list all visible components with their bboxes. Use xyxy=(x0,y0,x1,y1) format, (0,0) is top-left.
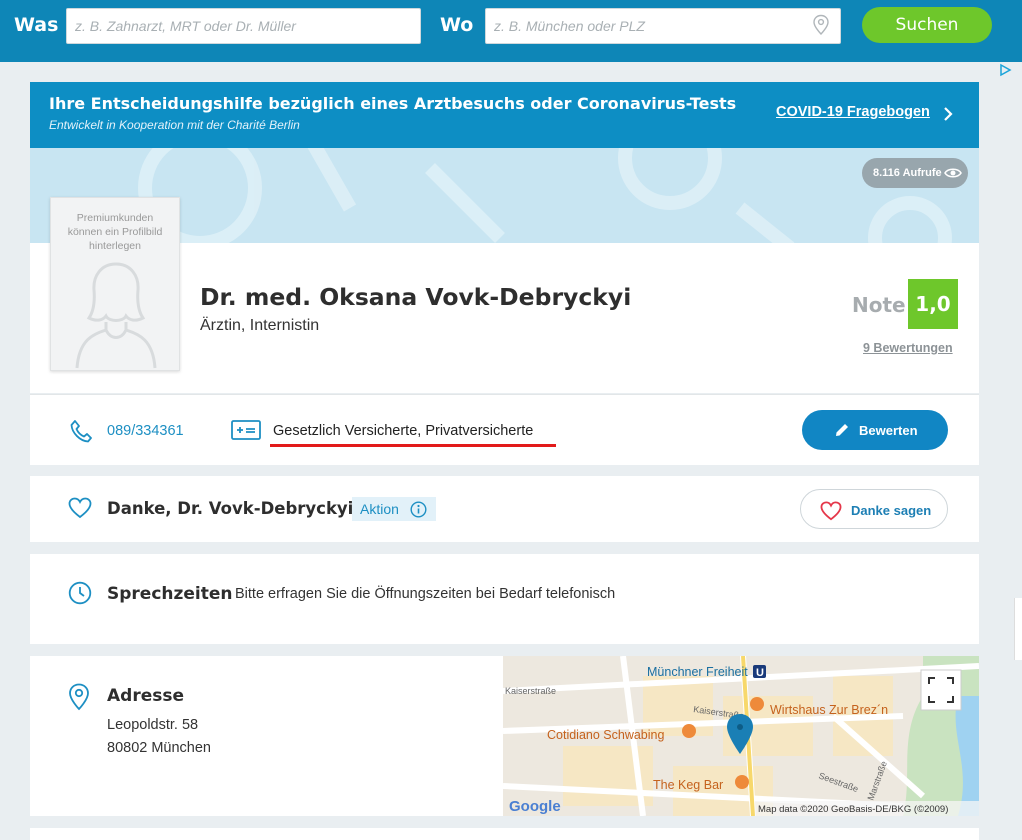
rate-button[interactable]: Bewerten xyxy=(802,410,948,450)
insurance-types: Gesetzlich Versicherte, Privatversichert… xyxy=(273,423,534,439)
location-pin-icon[interactable] xyxy=(812,14,830,36)
map-attribution: Map data ©2020 GeoBasis-DE/BKG (©2009) xyxy=(758,804,948,815)
covid-questionnaire-link[interactable]: COVID-19 Fragebogen xyxy=(776,104,930,120)
map-place-label: The Keg Bar xyxy=(653,778,723,792)
avatar-hint-line: hinterlegen xyxy=(89,240,141,252)
covid-banner[interactable]: Ihre Entscheidungshilfe bezüglich eines … xyxy=(30,82,979,148)
views-count: 8.116 Aufrufe xyxy=(873,167,942,179)
info-icon[interactable] xyxy=(410,501,427,518)
restaurant-icon xyxy=(750,697,764,711)
google-logo: Google xyxy=(509,798,561,815)
chevron-right-icon xyxy=(944,107,953,121)
map-street-label: Kaiserstraße xyxy=(505,686,556,696)
grade-label: Note xyxy=(852,293,906,317)
was-input[interactable] xyxy=(66,8,421,44)
reviews-link[interactable]: 9 Bewertungen xyxy=(863,341,953,355)
doctor-name: Dr. med. Oksana Vovk-Debryckyi xyxy=(200,283,632,311)
wo-input[interactable] xyxy=(485,8,841,44)
aktion-label: Aktion xyxy=(360,501,399,517)
next-card xyxy=(30,828,979,840)
map-canvas[interactable]: Kaiserstraße Kaiserstraße Seestraße Mars… xyxy=(503,656,979,816)
heart-outline-icon xyxy=(68,497,92,519)
pencil-icon xyxy=(836,424,848,436)
avatar-hint: Premiumkunden können ein Profilbild hint… xyxy=(51,211,179,253)
heart-icon xyxy=(820,501,842,521)
contact-row: 089/334361 Gesetzlich Versicherte, Priva… xyxy=(30,394,979,465)
map-place-label: Wirtshaus Zur Brez´n xyxy=(770,703,888,717)
grade-value: 1,0 xyxy=(908,279,958,329)
opening-hours-row: Sprechzeiten Bitte erfragen Sie die Öffn… xyxy=(30,554,979,644)
avatar-placeholder: Premiumkunden können ein Profilbild hint… xyxy=(50,197,180,371)
wo-label: Wo xyxy=(440,14,474,36)
side-ad-strip xyxy=(1014,598,1022,660)
avatar-hint-line: können ein Profilbild xyxy=(67,226,163,238)
thanks-title: Danke, Dr. Vovk-Debryckyi! xyxy=(107,499,361,518)
avatar-hint-line: Premiumkunden xyxy=(76,212,154,224)
opening-hours-title: Sprechzeiten xyxy=(107,584,233,604)
doctor-specialty: Ärztin, Internistin xyxy=(200,317,320,334)
search-button[interactable]: Suchen xyxy=(862,7,992,43)
was-label: Was xyxy=(14,14,59,36)
thanks-row: Danke, Dr. Vovk-Debryckyi! Aktion Danke … xyxy=(30,476,979,542)
map-station-label: Münchner Freiheit xyxy=(647,665,748,679)
insurance-card-icon xyxy=(231,420,261,440)
say-thanks-button[interactable]: Danke sagen xyxy=(800,489,948,529)
banner-title: Ihre Entscheidungshilfe bezüglich eines … xyxy=(49,94,737,113)
eye-icon xyxy=(944,168,962,178)
adchoices-icon[interactable] xyxy=(998,63,1012,77)
clock-icon xyxy=(68,581,92,605)
fullscreen-icon[interactable] xyxy=(920,669,962,711)
say-thanks-label: Danke sagen xyxy=(851,503,932,518)
highlight-underline xyxy=(270,444,556,447)
map-widget[interactable]: Kaiserstraße Kaiserstraße Seestraße Mars… xyxy=(503,656,979,816)
address-title: Adresse xyxy=(107,686,185,706)
bar-icon xyxy=(735,775,749,789)
search-bar: Was Wo Suchen xyxy=(0,0,1022,62)
restaurant-icon xyxy=(682,724,696,738)
address-city: 80802 München xyxy=(107,740,211,756)
banner-subtitle: Entwickelt in Kooperation mit der Charit… xyxy=(49,118,300,132)
map-place-label: Cotidiano Schwabing xyxy=(547,728,664,742)
svg-text:U: U xyxy=(756,667,764,679)
phone-number-link[interactable]: 089/334361 xyxy=(107,423,184,439)
map-pin-icon xyxy=(69,683,89,711)
address-row: Adresse Leopoldstr. 58 80802 München Kai… xyxy=(30,656,979,816)
views-badge: 8.116 Aufrufe xyxy=(862,158,968,188)
aktion-badge[interactable]: Aktion xyxy=(352,497,436,521)
phone-icon xyxy=(70,420,92,443)
address-street: Leopoldstr. 58 xyxy=(107,717,199,733)
female-silhouette-icon xyxy=(75,262,157,369)
opening-hours-text: Bitte erfragen Sie die Öffnungszeiten be… xyxy=(235,586,616,602)
rate-button-label: Bewerten xyxy=(859,423,918,438)
